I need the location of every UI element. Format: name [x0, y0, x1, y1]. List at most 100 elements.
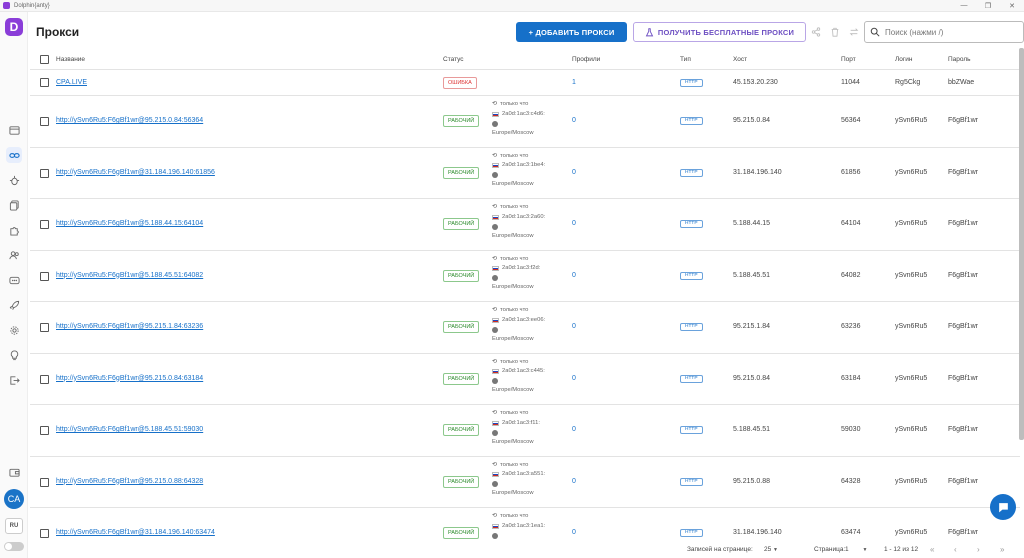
- sidebar-item-tips[interactable]: [6, 347, 22, 363]
- table-row[interactable]: http://ySvn6Ru5:F6gBf1wr@31.184.196.140:…: [30, 148, 1020, 199]
- proxy-name-link[interactable]: http://ySvn6Ru5:F6gBf1wr@95.215.1.84:632…: [56, 323, 203, 330]
- prev-page-icon[interactable]: ‹: [954, 545, 957, 554]
- profiles-count[interactable]: 0: [572, 426, 576, 433]
- row-checkbox[interactable]: [40, 117, 49, 126]
- sidebar-item-templates[interactable]: [6, 197, 22, 213]
- sidebar-item-browsers[interactable]: [6, 122, 22, 138]
- sidebar-item-api[interactable]: [6, 272, 22, 288]
- checked-time: только что: [500, 101, 529, 107]
- swap-icon: [849, 28, 859, 36]
- close-button[interactable]: ✕: [1000, 0, 1024, 12]
- proxy-name-link[interactable]: http://ySvn6Ru5:F6gBf1wr@5.188.45.51:590…: [56, 426, 203, 433]
- search-box[interactable]: [864, 21, 1024, 43]
- column-header-status[interactable]: Статус: [443, 56, 464, 63]
- table-row[interactable]: http://ySvn6Ru5:F6gBf1wr@5.188.45.51:640…: [30, 251, 1020, 302]
- table-row[interactable]: CPA.LIVE ОШИБКА 1 HTTP 45.153.20.230 110…: [30, 70, 1020, 96]
- proxy-login: ySvn6Ru5: [895, 271, 928, 279]
- language-switcher[interactable]: RU: [5, 518, 23, 534]
- next-page-icon[interactable]: ›: [977, 545, 980, 554]
- support-chat-button[interactable]: [990, 494, 1016, 520]
- sidebar-item-logout[interactable]: [6, 372, 22, 388]
- column-header-profiles[interactable]: Профили: [572, 56, 600, 63]
- profiles-count[interactable]: 0: [572, 272, 576, 279]
- sidebar-item-wallet[interactable]: [6, 464, 22, 480]
- last-page-icon[interactable]: »: [1000, 545, 1004, 554]
- sidebar-item-team[interactable]: [6, 247, 22, 263]
- profiles-count[interactable]: 1: [572, 79, 576, 86]
- profiles-count[interactable]: 0: [572, 375, 576, 382]
- table-row[interactable]: http://ySvn6Ru5:F6gBf1wr@31.184.196.140:…: [30, 508, 1020, 543]
- row-checkbox[interactable]: [40, 271, 49, 281]
- column-header-password[interactable]: Пароль: [948, 56, 971, 63]
- first-page-icon[interactable]: «: [930, 545, 934, 554]
- profiles-count[interactable]: 0: [572, 478, 576, 485]
- proxy-name-link[interactable]: http://ySvn6Ru5:F6gBf1wr@95.215.0.88:643…: [56, 478, 203, 485]
- row-checkbox[interactable]: [40, 220, 49, 229]
- proxy-name-link[interactable]: CPA.LIVE: [56, 79, 87, 86]
- profiles-count[interactable]: 0: [572, 529, 576, 536]
- sidebar: D CA RU: [0, 12, 28, 558]
- sidebar-item-extensions[interactable]: [6, 222, 22, 238]
- minimize-button[interactable]: —: [952, 0, 976, 12]
- window-title: Dolphin{anty}: [14, 2, 50, 9]
- theme-toggle[interactable]: [4, 542, 24, 551]
- row-checkbox[interactable]: [40, 78, 49, 87]
- table-row[interactable]: http://ySvn6Ru5:F6gBf1wr@95.215.0.84:631…: [30, 354, 1020, 405]
- row-checkbox[interactable]: [40, 477, 49, 487]
- per-page-select[interactable]: 25 ▼: [764, 546, 778, 553]
- column-header-type[interactable]: Тип: [680, 56, 691, 63]
- proxy-name-link[interactable]: http://ySvn6Ru5:F6gBf1wr@95.215.0.84:631…: [56, 375, 203, 382]
- row-checkbox[interactable]: [40, 529, 49, 538]
- sidebar-item-launch[interactable]: [6, 297, 22, 313]
- table-row[interactable]: http://ySvn6Ru5:F6gBf1wr@95.215.0.88:643…: [30, 457, 1020, 508]
- table-scrollbar[interactable]: [1019, 48, 1024, 440]
- proxy-name-link[interactable]: http://ySvn6Ru5:F6gBf1wr@31.184.196.140:…: [56, 529, 215, 536]
- profiles-count[interactable]: 0: [572, 323, 576, 330]
- select-all-checkbox[interactable]: [40, 55, 49, 64]
- search-input[interactable]: [885, 27, 1015, 37]
- proxy-geo-info: ⟲ только что 2a0d:1ac3:a551: Europe/Mosco…: [492, 461, 545, 499]
- proxy-password: F6gBf1wr: [948, 529, 978, 536]
- table-row[interactable]: http://ySvn6Ru5:F6gBf1wr@95.215.1.84:632…: [30, 302, 1020, 354]
- column-header-login[interactable]: Логин: [895, 56, 912, 63]
- type-badge: HTTP: [680, 79, 703, 87]
- row-checkbox[interactable]: [40, 426, 49, 435]
- proxy-name-link[interactable]: http://ySvn6Ru5:F6gBf1wr@95.215.0.84:563…: [56, 117, 203, 124]
- proxy-name-link[interactable]: http://ySvn6Ru5:F6gBf1wr@31.184.196.140:…: [56, 169, 215, 176]
- swap-button[interactable]: [848, 26, 860, 38]
- table-row[interactable]: http://ySvn6Ru5:F6gBf1wr@5.188.45.51:590…: [30, 405, 1020, 457]
- profiles-count[interactable]: 0: [572, 220, 576, 227]
- share-button[interactable]: [810, 26, 822, 38]
- page-select[interactable]: 1 ▼: [845, 546, 867, 553]
- row-checkbox[interactable]: [40, 374, 49, 384]
- maximize-button[interactable]: ❐: [976, 0, 1000, 12]
- row-checkbox[interactable]: [40, 323, 49, 332]
- sidebar-item-automation[interactable]: [6, 172, 22, 188]
- proxy-ip: 2a0d:1ac3:c4d6:: [502, 110, 545, 117]
- per-page-value: 25: [764, 546, 772, 553]
- rocket-icon: [9, 300, 19, 310]
- proxy-ip: 2a0d:1ac3:c445:: [502, 368, 545, 375]
- table-row[interactable]: http://ySvn6Ru5:F6gBf1wr@95.215.0.84:563…: [30, 96, 1020, 148]
- sidebar-item-proxies[interactable]: [6, 147, 22, 163]
- row-checkbox[interactable]: [40, 168, 49, 178]
- column-header-name[interactable]: Название: [56, 56, 85, 63]
- sidebar-item-settings[interactable]: [6, 322, 22, 338]
- profiles-count[interactable]: 0: [572, 117, 576, 124]
- proxy-region: Europe/Moscow: [492, 284, 534, 291]
- proxy-name-link[interactable]: http://ySvn6Ru5:F6gBf1wr@5.188.45.51:640…: [56, 272, 203, 279]
- delete-button[interactable]: [829, 26, 841, 38]
- user-avatar[interactable]: CA: [4, 489, 24, 509]
- column-header-host[interactable]: Хост: [733, 56, 747, 63]
- wallet-icon: [8, 468, 20, 477]
- add-proxy-button[interactable]: + ДОБАВИТЬ ПРОКСИ: [516, 22, 627, 42]
- type-badge: HTTP: [680, 323, 703, 331]
- free-proxies-button[interactable]: ПОЛУЧИТЬ БЕСПЛАТНЫЕ ПРОКСИ: [633, 22, 806, 42]
- column-header-port[interactable]: Порт: [841, 56, 856, 63]
- proxy-name-link[interactable]: http://ySvn6Ru5:F6gBf1wr@5.188.44.15:641…: [56, 220, 203, 227]
- checked-time: только что: [500, 410, 529, 416]
- app-logo[interactable]: D: [5, 18, 23, 36]
- table-row[interactable]: http://ySvn6Ru5:F6gBf1wr@5.188.44.15:641…: [30, 199, 1020, 251]
- proxy-ip: 2a0d:1ac3:ee06:: [502, 316, 546, 323]
- profiles-count[interactable]: 0: [572, 169, 576, 176]
